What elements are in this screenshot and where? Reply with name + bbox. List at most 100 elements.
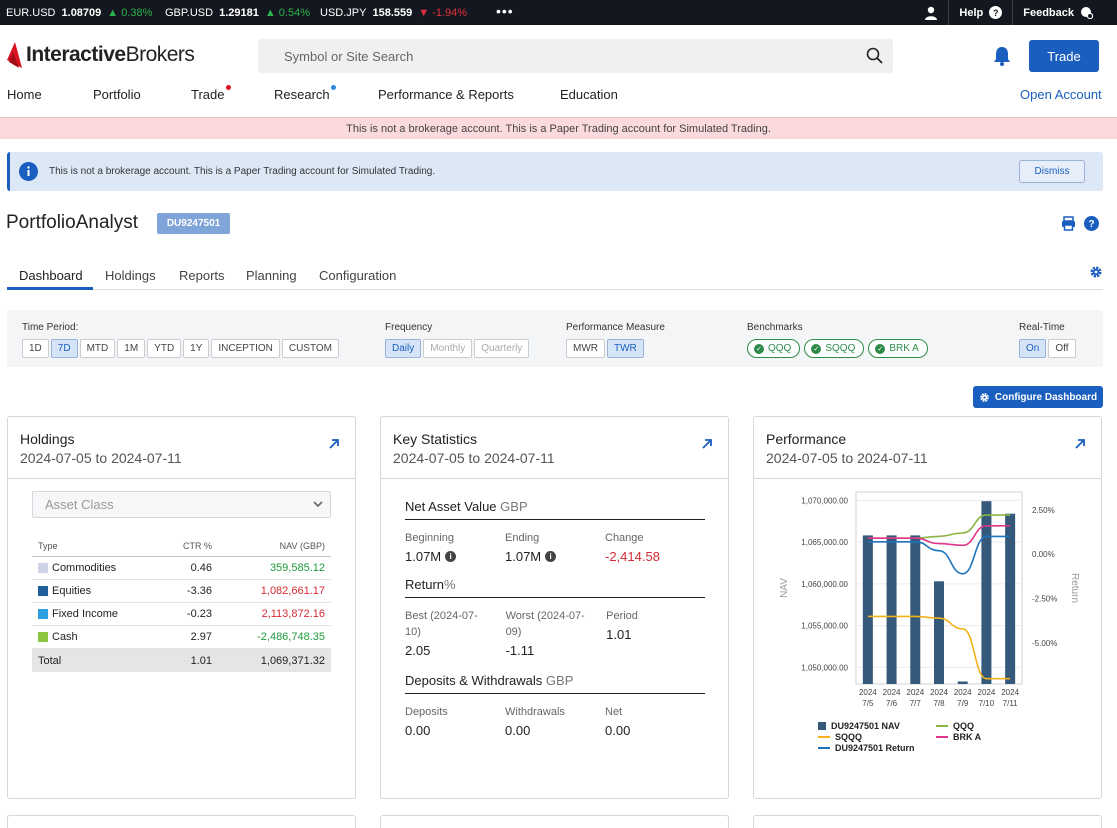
period-inception[interactable]: INCEPTION	[211, 339, 280, 358]
y-tick-label: 1,060,000.00	[801, 580, 848, 589]
page-title: PortfolioAnalyst	[6, 212, 139, 233]
check-icon: ✓	[811, 343, 822, 354]
realtime-on[interactable]: On	[1019, 339, 1047, 358]
nav-bar	[934, 581, 944, 684]
legend-item[interactable]: QQQ	[936, 721, 974, 731]
period-1y[interactable]: 1Y	[183, 339, 210, 358]
search-input[interactable]: Symbol or Site Search	[258, 39, 893, 73]
legend-item[interactable]: SQQQ	[818, 732, 862, 742]
asset-class-select[interactable]: Asset Class	[32, 491, 331, 518]
benchmark-sqqq[interactable]: ✓ SQQQ	[804, 339, 865, 358]
ticker-item[interactable]: EUR.USD 1.08709 ▲ 0.38%	[6, 0, 152, 25]
realtime-off[interactable]: Off	[1048, 339, 1076, 358]
stat-value: 1.01	[606, 627, 632, 642]
expand-arrow-icon[interactable]	[329, 439, 339, 449]
ticker-price: 158.559	[372, 6, 413, 19]
ticker-item[interactable]: USD.JPY 158.559 ▼ -1.94%	[320, 0, 467, 25]
paper-trading-banner: This is not a brokerage account. This is…	[0, 117, 1117, 139]
dismiss-button[interactable]: Dismiss	[1019, 160, 1085, 183]
nav-research[interactable]: Research	[274, 85, 336, 102]
row-type: Fixed Income	[52, 608, 119, 620]
active-tab-indicator	[7, 287, 93, 290]
tab-planning[interactable]: Planning	[246, 268, 297, 283]
ticker-change: ▼ -1.94%	[418, 6, 468, 19]
legend-item[interactable]: DU9247501 Return	[818, 743, 915, 753]
print-icon[interactable]	[1061, 216, 1076, 231]
benchmark-brk-a[interactable]: ✓ BRK A	[868, 339, 928, 358]
table-row[interactable]: Commodities 0.46 359,585.12	[32, 557, 331, 580]
user-icon	[925, 6, 938, 20]
tab-holdings[interactable]: Holdings	[105, 268, 156, 283]
configure-dashboard-label: Configure Dashboard	[994, 391, 1098, 403]
dashboard-card	[7, 815, 356, 828]
ticker-symbol: EUR.USD	[6, 6, 56, 19]
period-ytd[interactable]: YTD	[147, 339, 182, 358]
notification-dot	[330, 85, 336, 90]
card-title: Holdings	[20, 431, 75, 447]
row-type: Cash	[52, 631, 78, 643]
ib-logo[interactable]: InteractiveBrokers	[7, 42, 195, 68]
tab-dashboard[interactable]: Dashboard	[19, 268, 83, 283]
check-icon: ✓	[875, 343, 886, 354]
period-custom[interactable]: CUSTOM	[281, 339, 340, 358]
legend-swatch	[936, 725, 948, 727]
info-icon[interactable]: i	[445, 551, 457, 562]
performance-measure-label: Performance Measure	[566, 322, 665, 333]
expand-arrow-icon[interactable]	[702, 439, 712, 449]
nav-performance-reports[interactable]: Performance & Reports	[378, 87, 514, 102]
x-tick-label: 2024	[930, 688, 948, 697]
nav-trade[interactable]: Trade	[191, 85, 232, 102]
period-7d[interactable]: 7D	[50, 339, 78, 358]
color-swatch	[38, 632, 48, 642]
configure-dashboard-button[interactable]: Configure Dashboard	[973, 386, 1103, 408]
period-1d[interactable]: 1D	[22, 339, 49, 358]
benchmark-qqq[interactable]: ✓ QQQ	[747, 339, 801, 358]
stat-value: 1.07M	[505, 549, 542, 564]
legend-label: QQQ	[953, 721, 975, 731]
ticker-item[interactable]: GBP.USD 1.29181 ▲ 0.54%	[165, 0, 310, 25]
more-tickers-button[interactable]: •••	[496, 3, 514, 19]
y-axis-title: NAV	[779, 578, 790, 598]
expand-arrow-icon[interactable]	[1075, 439, 1085, 449]
frequency-daily[interactable]: Daily	[385, 339, 422, 358]
stat-label: Ending	[505, 532, 540, 544]
tab-configuration[interactable]: Configuration	[319, 268, 396, 283]
open-account-link[interactable]: Open Account	[1020, 87, 1102, 102]
column-header: NAV (GBP)	[279, 540, 325, 551]
tab-reports[interactable]: Reports	[179, 268, 225, 283]
measure-mwr[interactable]: MWR	[566, 339, 605, 358]
ticker-price: 1.29181	[219, 6, 259, 19]
help-button[interactable]: Help ?	[948, 0, 1012, 25]
nav-portfolio[interactable]: Portfolio	[93, 87, 141, 102]
period-mtd[interactable]: MTD	[79, 339, 116, 358]
gear-icon[interactable]	[1089, 265, 1103, 279]
legend-item[interactable]: BRK A	[936, 732, 981, 742]
row-ctr: -0.23	[186, 608, 212, 620]
table-row[interactable]: Equities -3.36 1,082,661.17	[32, 580, 331, 603]
ticker-bar: EUR.USD 1.08709 ▲ 0.38% GBP.USD 1.29181 …	[0, 0, 1117, 25]
table-row[interactable]: Cash 2.97 -2,486,748.35	[32, 626, 331, 649]
trade-button[interactable]: Trade	[1029, 40, 1099, 72]
performance-chart: 1,050,000.00 1,055,000.00 1,060,000.00 1,06…	[779, 491, 1080, 708]
measure-twr[interactable]: TWR	[607, 339, 644, 358]
frequency-quarterly[interactable]: Quarterly	[474, 339, 530, 358]
help-icon[interactable]: ?	[1084, 216, 1099, 231]
user-button[interactable]	[914, 0, 948, 25]
help-label: Help	[959, 6, 984, 19]
info-icon[interactable]: i	[545, 551, 557, 562]
feedback-button[interactable]: Feedback	[1012, 0, 1103, 25]
legend-label: DU9247501 Return	[835, 743, 915, 753]
bell-icon[interactable]	[992, 46, 1012, 66]
nav-home[interactable]: Home	[7, 87, 42, 102]
card-title: Key Statistics	[393, 431, 478, 447]
search-icon[interactable]	[866, 47, 883, 64]
nav-research-label: Research	[274, 87, 330, 102]
stat-value: 1.07M	[405, 549, 442, 564]
nav-education[interactable]: Education	[560, 87, 618, 102]
table-row[interactable]: Fixed Income -0.23 2,113,872.16	[32, 603, 331, 626]
card-date-range: 2024-07-05 to 2024-07-11	[766, 450, 928, 466]
frequency-monthly[interactable]: Monthly	[423, 339, 473, 358]
period-1m[interactable]: 1M	[117, 339, 146, 358]
ticker-change: ▲ 0.38%	[107, 6, 153, 19]
legend-item[interactable]: DU9247501 NAV	[818, 721, 900, 731]
